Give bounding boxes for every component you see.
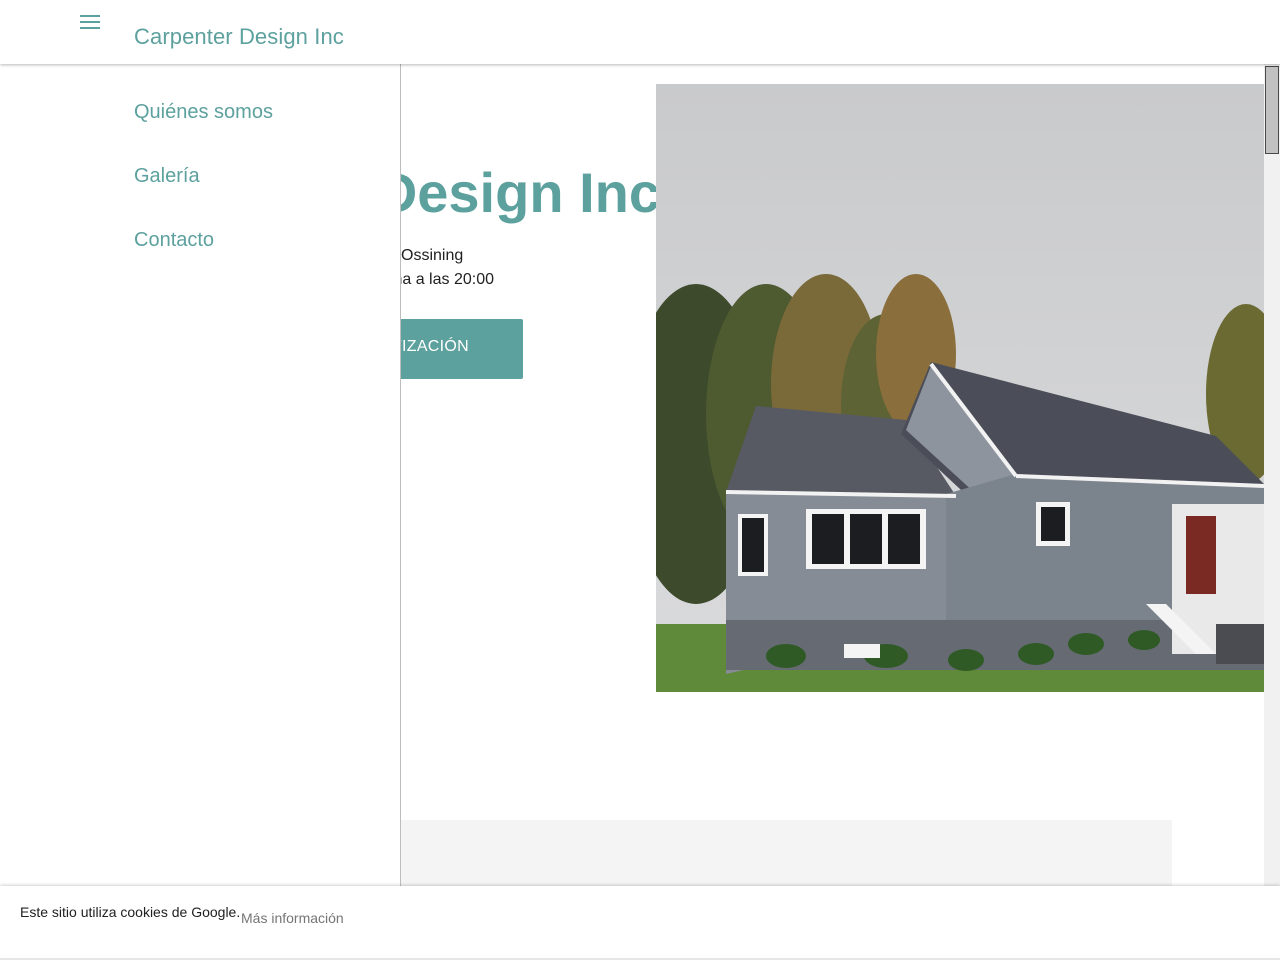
navigation-drawer: Quiénes somos Galería Contacto <box>0 64 401 960</box>
quote-button-label: TIZACIÓN <box>391 338 469 355</box>
drawer-item-galeria[interactable]: Galería <box>134 165 200 188</box>
cookie-notice-text: Este sitio utiliza cookies de Google. <box>20 904 241 920</box>
drawer-item-quienes-somos[interactable]: Quiénes somos <box>134 101 273 124</box>
scrollbar-thumb[interactable] <box>1265 66 1279 154</box>
house-photo <box>656 84 1264 692</box>
site-title[interactable]: Carpenter Design Inc <box>134 24 344 50</box>
more-info-link[interactable]: Más información <box>241 910 344 926</box>
hero-location: Ossining <box>401 247 464 264</box>
cookie-banner: Este sitio utiliza cookies de Google. Má… <box>0 886 1280 960</box>
app-header: Carpenter Design Inc <box>0 0 1280 64</box>
hamburger-menu-icon[interactable] <box>78 10 102 34</box>
page-scrollbar[interactable] <box>1264 64 1280 960</box>
drawer-item-contacto[interactable]: Contacto <box>134 229 214 252</box>
